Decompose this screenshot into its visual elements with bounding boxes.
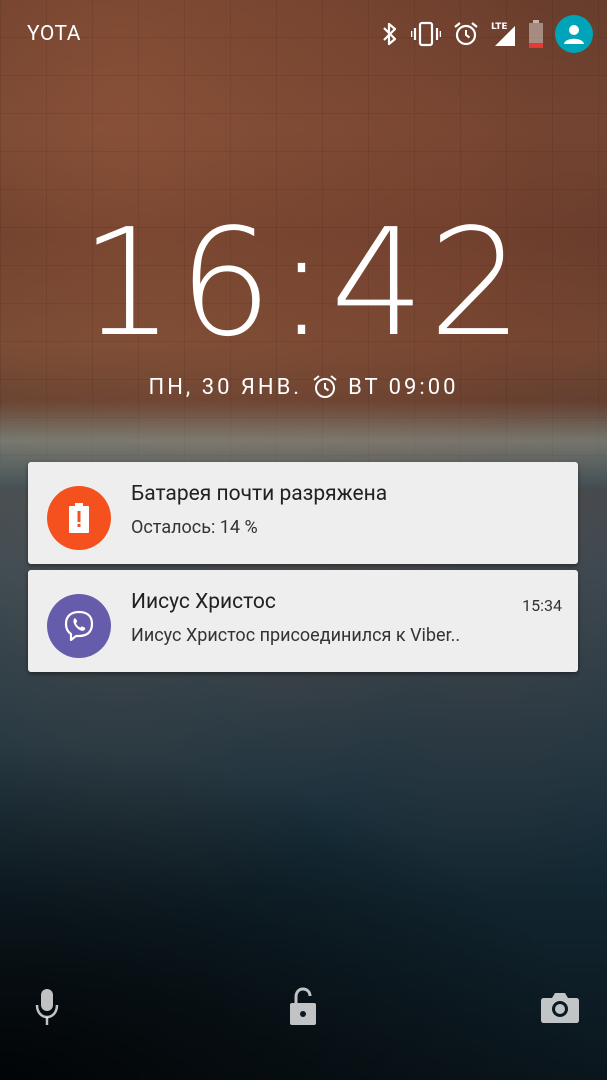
lte-signal-icon: LTE [491,20,517,48]
camera-icon[interactable] [538,985,582,1029]
next-alarm-icon [312,374,338,400]
notification-viber[interactable]: Иисус Христос 15:34 Иисус Христос присое… [28,570,578,672]
notification-text: Осталось: 14 % [131,517,258,538]
date-row: ПН, 30 ЯНВ. ВТ 09:00 [0,374,607,400]
bluetooth-icon [381,21,399,47]
carrier-name: YOTA [27,22,81,46]
lockscreen-clock: 16:42 [80,197,527,369]
battery-alert-icon [47,486,111,550]
viber-icon [47,594,111,658]
vibrate-icon [411,21,441,47]
notification-time: 15:34 [522,596,562,615]
notification-text: Иисус Христос присоединился к Viber.. [131,625,461,646]
notification-battery[interactable]: Батарея почти разряжена Осталось: 14 % [28,462,578,564]
notification-title: Иисус Христос [131,590,276,614]
microphone-icon[interactable] [25,985,69,1029]
wallpaper-shadow [0,740,607,1080]
status-icons: LTE [381,14,593,54]
lockscreen-date: ПН, 30 ЯНВ. [148,374,303,400]
user-avatar-icon[interactable] [555,15,593,53]
status-bar: YOTA LTE [0,0,607,68]
svg-text:LTE: LTE [491,22,508,32]
battery-low-icon [529,20,543,48]
next-alarm-time: ВТ 09:00 [348,374,459,400]
lock-icon[interactable] [281,985,325,1029]
alarm-icon [453,21,479,47]
notification-title: Батарея почти разряжена [131,482,388,506]
